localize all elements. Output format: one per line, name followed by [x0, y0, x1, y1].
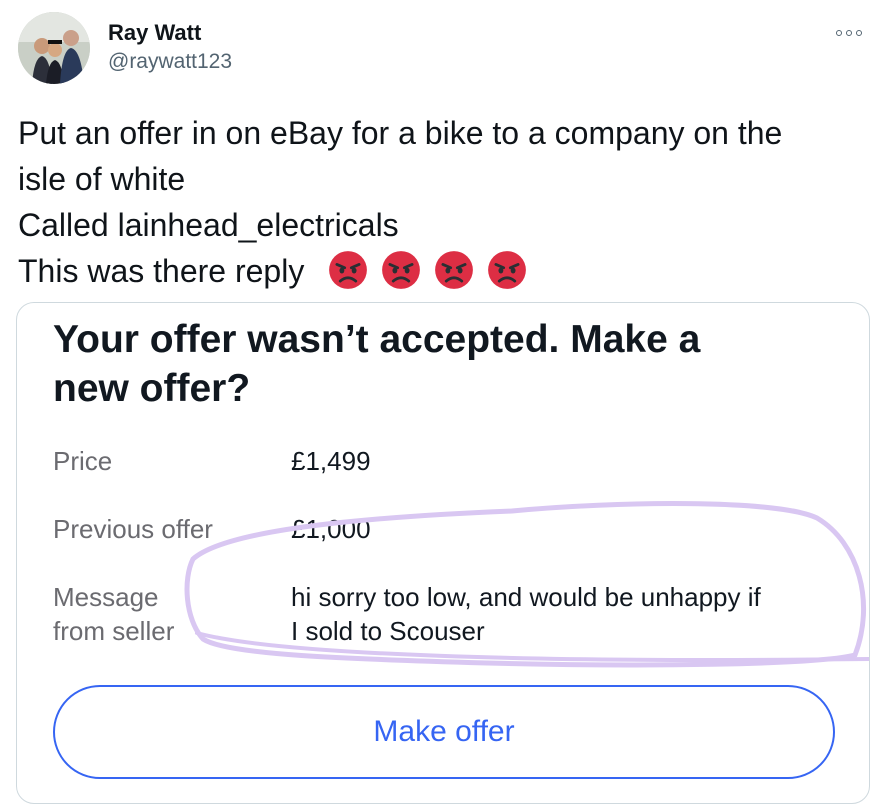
author-name[interactable]: Ray Watt — [108, 20, 201, 46]
more-options-icon[interactable] — [836, 26, 876, 40]
tweet-text: Put an offer in on eBay for a bike to a … — [18, 110, 868, 294]
offer-status-title-line: Your offer wasn’t accepted. Make a — [53, 318, 701, 361]
dot-icon — [846, 30, 852, 36]
previous-offer-label: Previous offer — [53, 514, 213, 544]
angry-face-icon — [382, 251, 420, 289]
angry-face-icon — [329, 251, 367, 289]
message-label: Message from seller — [53, 580, 174, 648]
offer-status-title: Your offer wasn’t accepted. Make a new o… — [53, 315, 833, 413]
make-offer-button[interactable]: Make offer — [53, 685, 835, 779]
angry-face-icon — [487, 251, 526, 289]
price-value: £1,499 — [291, 446, 371, 476]
dot-icon — [836, 30, 842, 36]
message-label-line: Message — [53, 582, 159, 612]
seller-message-line: hi sorry too low, and would be unhappy i… — [291, 582, 761, 612]
tweet-line: This was there reply — [18, 253, 305, 289]
previous-offer-value: £1,000 — [291, 514, 371, 544]
angry-face-icon — [435, 251, 473, 289]
tweet-line: Put an offer in on eBay for a bike to a … — [18, 115, 783, 151]
tweet-line: isle of white — [18, 161, 186, 197]
message-label-line: from seller — [53, 616, 175, 646]
avatar[interactable] — [18, 12, 90, 84]
price-label: Price — [53, 446, 113, 476]
tweet-line-with-emoji: This was there reply — [18, 248, 868, 294]
attached-image[interactable]: Your offer wasn’t accepted. Make a new o… — [16, 302, 870, 804]
dot-icon — [856, 30, 862, 36]
seller-message-line: I sold to Scouser — [291, 616, 485, 646]
offer-status-title-line: new offer? — [53, 367, 251, 410]
tweet-line: Called lainhead_electricals — [18, 207, 399, 243]
author-handle[interactable]: @raywatt123 — [108, 50, 232, 74]
seller-message: hi sorry too low, and would be unhappy i… — [291, 580, 761, 648]
family-photo-avatar-icon — [18, 12, 90, 84]
